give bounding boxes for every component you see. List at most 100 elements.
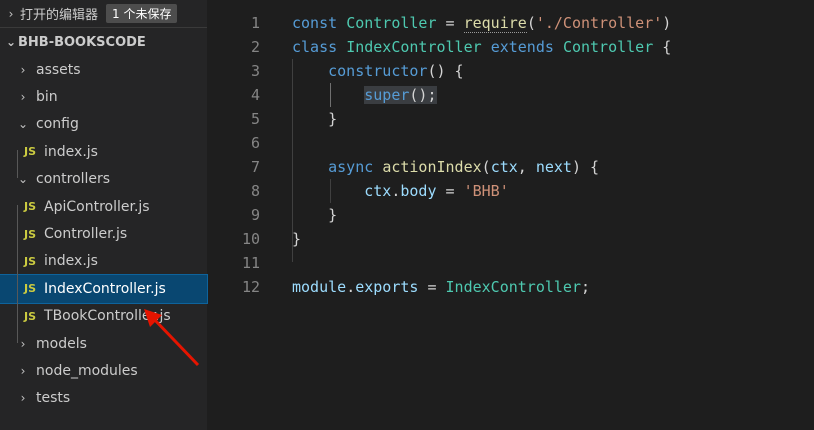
tree-file[interactable]: JS Controller.js xyxy=(0,220,207,247)
code-line[interactable]: 12 module.exports = IndexController; xyxy=(207,275,814,299)
code-token: ) { xyxy=(571,158,600,176)
chevron-right-icon[interactable]: › xyxy=(16,63,30,77)
code-token: body xyxy=(400,182,437,200)
unsaved-badge: 1 个未保存 xyxy=(106,4,178,23)
line-number: 8 xyxy=(250,182,260,200)
code-token: ) xyxy=(662,14,672,32)
tree-file[interactable]: JS ApiController.js xyxy=(0,193,207,220)
line-number: 5 xyxy=(250,110,260,128)
line-number: 2 xyxy=(250,38,260,56)
line-number: 11 xyxy=(241,254,260,272)
chevron-right-icon[interactable]: › xyxy=(16,90,30,104)
chevron-down-icon[interactable]: ⌄ xyxy=(16,117,30,131)
code-text: class IndexController extends Controller… xyxy=(292,35,671,59)
code-line[interactable]: 10} xyxy=(207,227,814,251)
line-number: 3 xyxy=(250,62,260,80)
code-text: const Controller = require('./Controller… xyxy=(292,11,671,35)
code-text: async actionIndex(ctx, next) { xyxy=(292,155,599,179)
chevron-right-icon[interactable]: › xyxy=(4,7,18,21)
js-file-icon: JS xyxy=(24,282,37,296)
code-token: super xyxy=(364,86,410,104)
tree-item-label: controllers xyxy=(36,171,111,188)
code-token: Controller xyxy=(346,14,437,32)
code-token: } xyxy=(292,206,338,224)
code-text: module.exports = IndexController; xyxy=(292,275,590,299)
tree-folder[interactable]: › node_modules xyxy=(0,357,207,384)
tree-item-label: TBookController.js xyxy=(44,308,171,325)
tree-item-label: Controller.js xyxy=(44,226,128,243)
code-token: ( xyxy=(526,14,536,32)
tree-folder[interactable]: › assets xyxy=(0,56,207,83)
explorer-sidebar: › 打开的编辑器 1 个未保存 ⌄ BHB-BOOKSCODE › assets ›… xyxy=(0,0,208,430)
file-tree: › assets › bin ⌄ config JS index.js ⌄ controllers… xyxy=(0,56,208,412)
code-token: = xyxy=(436,14,464,32)
tree-folder[interactable]: › bin xyxy=(0,83,207,110)
code-token: async xyxy=(328,158,383,176)
tree-folder[interactable]: ⌄ controllers xyxy=(0,166,207,193)
code-token: } xyxy=(292,110,338,128)
code-line[interactable]: 6 xyxy=(207,131,814,155)
code-line[interactable]: 4 super(); xyxy=(207,83,814,107)
open-editors-header[interactable]: › 打开的编辑器 1 个未保存 xyxy=(0,0,207,28)
line-number: 7 xyxy=(250,158,260,176)
line-number: 12 xyxy=(241,278,260,296)
indent-guide xyxy=(330,83,331,107)
line-number: 9 xyxy=(250,206,260,224)
project-header[interactable]: ⌄ BHB-BOOKSCODE xyxy=(0,28,207,56)
code-editor[interactable]: 1 const Controller = require('./Controlle… xyxy=(207,0,814,430)
code-token: constructor xyxy=(328,62,428,80)
chevron-right-icon[interactable]: › xyxy=(16,364,30,378)
line-number: 4 xyxy=(250,86,260,104)
tree-folder[interactable]: › models xyxy=(0,330,207,357)
code-token: const xyxy=(292,14,347,32)
tree-folder[interactable]: ⌄ config xyxy=(0,111,207,138)
code-line[interactable]: 8 ctx.body = 'BHB' xyxy=(207,179,814,203)
code-token: ( xyxy=(481,158,491,176)
tree-item-label: node_modules xyxy=(36,362,138,379)
code-line[interactable]: 2 class IndexController extends Controlle… xyxy=(207,35,814,59)
code-line[interactable]: 1 const Controller = require('./Controlle… xyxy=(207,11,814,35)
code-token: ctx xyxy=(490,158,518,176)
tree-item-label: ApiController.js xyxy=(44,198,150,215)
code-token: ctx xyxy=(364,182,392,200)
code-token: } xyxy=(292,230,302,248)
tree-file[interactable]: JS index.js xyxy=(0,248,207,275)
chevron-right-icon[interactable]: › xyxy=(16,337,30,351)
tree-item-label: bin xyxy=(36,89,58,106)
tree-item-label: assets xyxy=(36,61,81,78)
code-line[interactable]: 7 async actionIndex(ctx, next) { xyxy=(207,155,814,179)
chevron-right-icon[interactable]: › xyxy=(16,391,30,405)
project-title: BHB-BOOKSCODE xyxy=(18,34,146,50)
code-token: class xyxy=(292,38,347,56)
chevron-down-icon[interactable]: ⌄ xyxy=(4,35,18,49)
code-line[interactable]: 3 constructor() { xyxy=(207,59,814,83)
code-text: super(); xyxy=(292,83,437,107)
code-token: Controller xyxy=(562,38,654,56)
chevron-down-icon[interactable]: ⌄ xyxy=(16,172,30,186)
tree-folder[interactable]: › tests xyxy=(0,385,207,412)
code-line[interactable]: 11 xyxy=(207,251,814,275)
tree-item-label: index.js xyxy=(44,253,98,270)
line-number: 10 xyxy=(241,230,260,248)
tree-file[interactable]: JS index.js xyxy=(0,138,207,165)
indent-guide xyxy=(17,150,18,178)
code-line[interactable]: 5 } xyxy=(207,107,814,131)
code-token: , xyxy=(517,158,536,176)
tree-file[interactable]: JS TBookController.js xyxy=(0,303,207,330)
tree-item-label: IndexController.js xyxy=(44,280,166,297)
code-token: module xyxy=(292,278,347,296)
code-token: ; xyxy=(581,278,591,296)
code-token: next xyxy=(535,158,572,176)
indent-guide xyxy=(17,205,18,343)
js-file-icon: JS xyxy=(24,227,37,241)
js-file-icon: JS xyxy=(24,200,37,214)
tree-file[interactable]: JS IndexController.js xyxy=(0,274,208,304)
tree-item-label: tests xyxy=(36,390,71,407)
code-token: 'BHB' xyxy=(463,182,509,200)
code-text: } xyxy=(292,227,301,251)
code-line[interactable]: 9 } xyxy=(207,203,814,227)
code-token: () { xyxy=(427,62,464,80)
code-text: constructor() { xyxy=(292,59,464,83)
